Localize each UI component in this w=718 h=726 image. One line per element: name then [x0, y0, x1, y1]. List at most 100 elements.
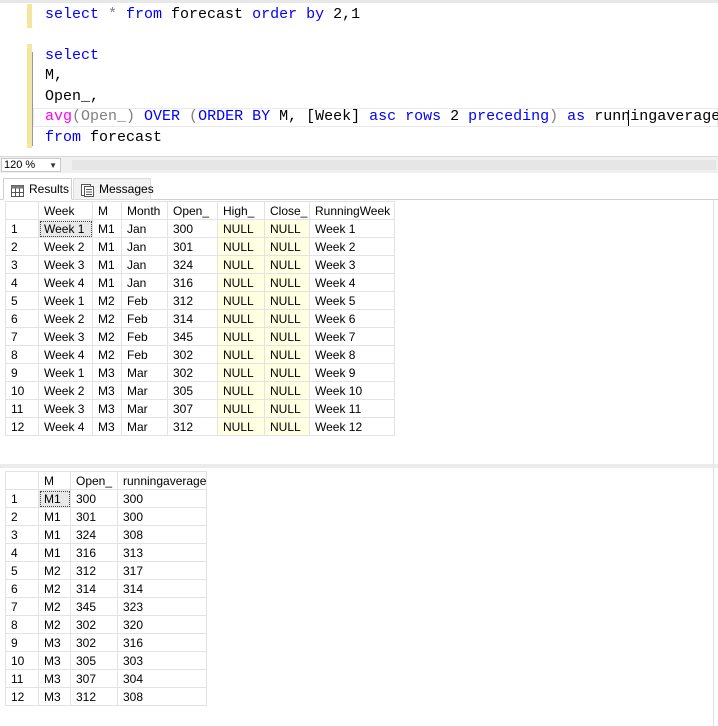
row-number-cell[interactable]: 1 — [5, 489, 39, 508]
grid-cell[interactable]: NULL — [264, 381, 310, 400]
column-header[interactable]: Open_ — [70, 471, 118, 490]
grid-cell[interactable]: Week 4 — [38, 417, 93, 436]
table-row[interactable]: 3 Week 3 M1 Jan 324 NULL NULL Week 3 — [5, 255, 395, 274]
row-number-header[interactable] — [5, 471, 39, 490]
grid-cell[interactable]: Week 3 — [38, 399, 93, 418]
grid-cell[interactable]: 316 — [116, 633, 208, 652]
grid-cell[interactable]: Week 4 — [309, 273, 395, 292]
grid-cell[interactable]: 314 — [167, 309, 218, 328]
table-row[interactable]: 9 Week 1 M3 Mar 302 NULL NULL Week 9 — [5, 363, 395, 382]
row-number-cell[interactable]: 10 — [5, 381, 39, 400]
grid-cell[interactable]: Week 3 — [38, 327, 93, 346]
table-row[interactable]: 11 M3 307 304 — [5, 669, 208, 688]
table-row[interactable]: 4 M1 316 313 — [5, 543, 208, 562]
table-row[interactable]: 5 M2 312 317 — [5, 561, 208, 580]
grid-cell[interactable]: NULL — [217, 219, 265, 238]
grid-cell[interactable]: NULL — [264, 327, 310, 346]
grid-cell[interactable]: M3 — [38, 687, 71, 706]
table-row[interactable]: 10 M3 305 303 — [5, 651, 208, 670]
table-row[interactable]: 1 Week 1 M1 Jan 300 NULL NULL Week 1 — [5, 219, 395, 238]
grid-cell[interactable]: M1 — [92, 273, 122, 292]
column-header[interactable]: Open_ — [167, 201, 218, 220]
table-row[interactable]: 2 M1 301 300 — [5, 507, 208, 526]
table-row[interactable]: 12 M3 312 308 — [5, 687, 208, 706]
grid-cell[interactable]: M3 — [38, 651, 71, 670]
grid-cell[interactable]: NULL — [217, 363, 265, 382]
results-grid-1[interactable]: Week M Month Open_ High_ Close_ RunningW… — [5, 201, 395, 436]
grid-cell[interactable]: M2 — [38, 597, 71, 616]
table-row[interactable]: 7 Week 3 M2 Feb 345 NULL NULL Week 7 — [5, 327, 395, 346]
grid-cell[interactable]: 316 — [70, 543, 118, 562]
tab-messages[interactable]: Messages — [73, 178, 154, 200]
grid-cell[interactable]: 301 — [70, 507, 118, 526]
grid-cell[interactable]: 313 — [116, 543, 208, 562]
row-number-cell[interactable]: 2 — [5, 507, 39, 526]
grid-cell[interactable]: NULL — [264, 273, 310, 292]
grid-cell[interactable]: NULL — [217, 381, 265, 400]
grid-cell[interactable]: 312 — [70, 687, 118, 706]
grid-cell[interactable]: Jan — [121, 273, 168, 292]
grid-cell[interactable]: 345 — [167, 327, 218, 346]
results-splitter[interactable] — [0, 464, 718, 468]
grid-cell[interactable]: 314 — [116, 579, 208, 598]
grid-cell[interactable]: Feb — [121, 327, 168, 346]
table-row[interactable]: 2 Week 2 M1 Jan 301 NULL NULL Week 2 — [5, 237, 395, 256]
grid-cell[interactable]: Week 2 — [38, 237, 93, 256]
grid-cell[interactable]: 320 — [116, 615, 208, 634]
grid-cell[interactable]: M2 — [38, 615, 71, 634]
grid-cell[interactable]: M2 — [92, 345, 122, 364]
row-number-header[interactable] — [5, 201, 39, 220]
column-header[interactable]: Month — [121, 201, 168, 220]
results-grid-2[interactable]: M Open_ runningaverage 1 M1 300 300 2 M1 301 30… — [5, 471, 208, 706]
row-number-cell[interactable]: 7 — [5, 327, 39, 346]
row-number-cell[interactable]: 3 — [5, 525, 39, 544]
row-number-cell[interactable]: 6 — [5, 579, 39, 598]
grid-cell[interactable]: 300 — [116, 489, 208, 508]
row-number-cell[interactable]: 5 — [5, 291, 39, 310]
column-header[interactable]: Week — [38, 201, 93, 220]
grid-cell[interactable]: 345 — [70, 597, 118, 616]
grid-cell[interactable]: M1 — [92, 255, 122, 274]
row-number-cell[interactable]: 8 — [5, 615, 39, 634]
column-header[interactable]: Close_ — [264, 201, 310, 220]
grid-cell[interactable]: M2 — [92, 309, 122, 328]
grid-cell[interactable]: NULL — [217, 417, 265, 436]
grid-cell[interactable]: Mar — [121, 381, 168, 400]
grid-cell[interactable]: Week 1 — [38, 363, 93, 382]
grid-cell[interactable]: 324 — [70, 525, 118, 544]
grid-cell[interactable]: 323 — [116, 597, 208, 616]
grid-cell[interactable]: 308 — [116, 525, 208, 544]
row-number-cell[interactable]: 9 — [5, 363, 39, 382]
grid-cell[interactable]: M1 — [38, 525, 71, 544]
grid-cell[interactable]: 301 — [167, 237, 218, 256]
grid-cell[interactable]: NULL — [217, 345, 265, 364]
table-row[interactable]: 6 M2 314 314 — [5, 579, 208, 598]
grid-cell[interactable]: Week 2 — [309, 237, 395, 256]
grid-cell[interactable]: NULL — [264, 219, 310, 238]
grid-cell[interactable]: 302 — [167, 345, 218, 364]
grid-cell[interactable]: 312 — [167, 417, 218, 436]
grid-cell[interactable]: Week 11 — [309, 399, 395, 418]
grid-cell[interactable]: 300 — [70, 489, 118, 508]
grid-cell[interactable]: Week 9 — [309, 363, 395, 382]
grid-cell[interactable]: 304 — [116, 669, 208, 688]
outline-collapse-marker[interactable] — [32, 52, 42, 146]
grid-cell[interactable]: 300 — [167, 219, 218, 238]
table-row[interactable]: 5 Week 1 M2 Feb 312 NULL NULL Week 5 — [5, 291, 395, 310]
grid-cell[interactable]: M1 — [92, 219, 122, 238]
grid-cell[interactable]: M1 — [38, 543, 71, 562]
column-header[interactable]: RunningWeek — [309, 201, 395, 220]
table-row[interactable]: 11 Week 3 M3 Mar 307 NULL NULL Week 11 — [5, 399, 395, 418]
grid-cell[interactable]: Week 3 — [38, 255, 93, 274]
table-row[interactable]: 10 Week 2 M3 Mar 305 NULL NULL Week 10 — [5, 381, 395, 400]
grid-cell[interactable]: 308 — [116, 687, 208, 706]
grid-cell[interactable]: 307 — [167, 399, 218, 418]
query-editor[interactable]: select * from forecast order by 2,1 sele… — [0, 0, 718, 156]
grid-cell[interactable]: NULL — [217, 273, 265, 292]
grid-cell[interactable]: M2 — [38, 561, 71, 580]
grid-cell[interactable]: Week 12 — [309, 417, 395, 436]
grid-cell[interactable]: Week 4 — [38, 345, 93, 364]
grid-cell[interactable]: Jan — [121, 219, 168, 238]
horizontal-scrollbar[interactable] — [72, 160, 716, 170]
grid-cell[interactable]: 305 — [70, 651, 118, 670]
